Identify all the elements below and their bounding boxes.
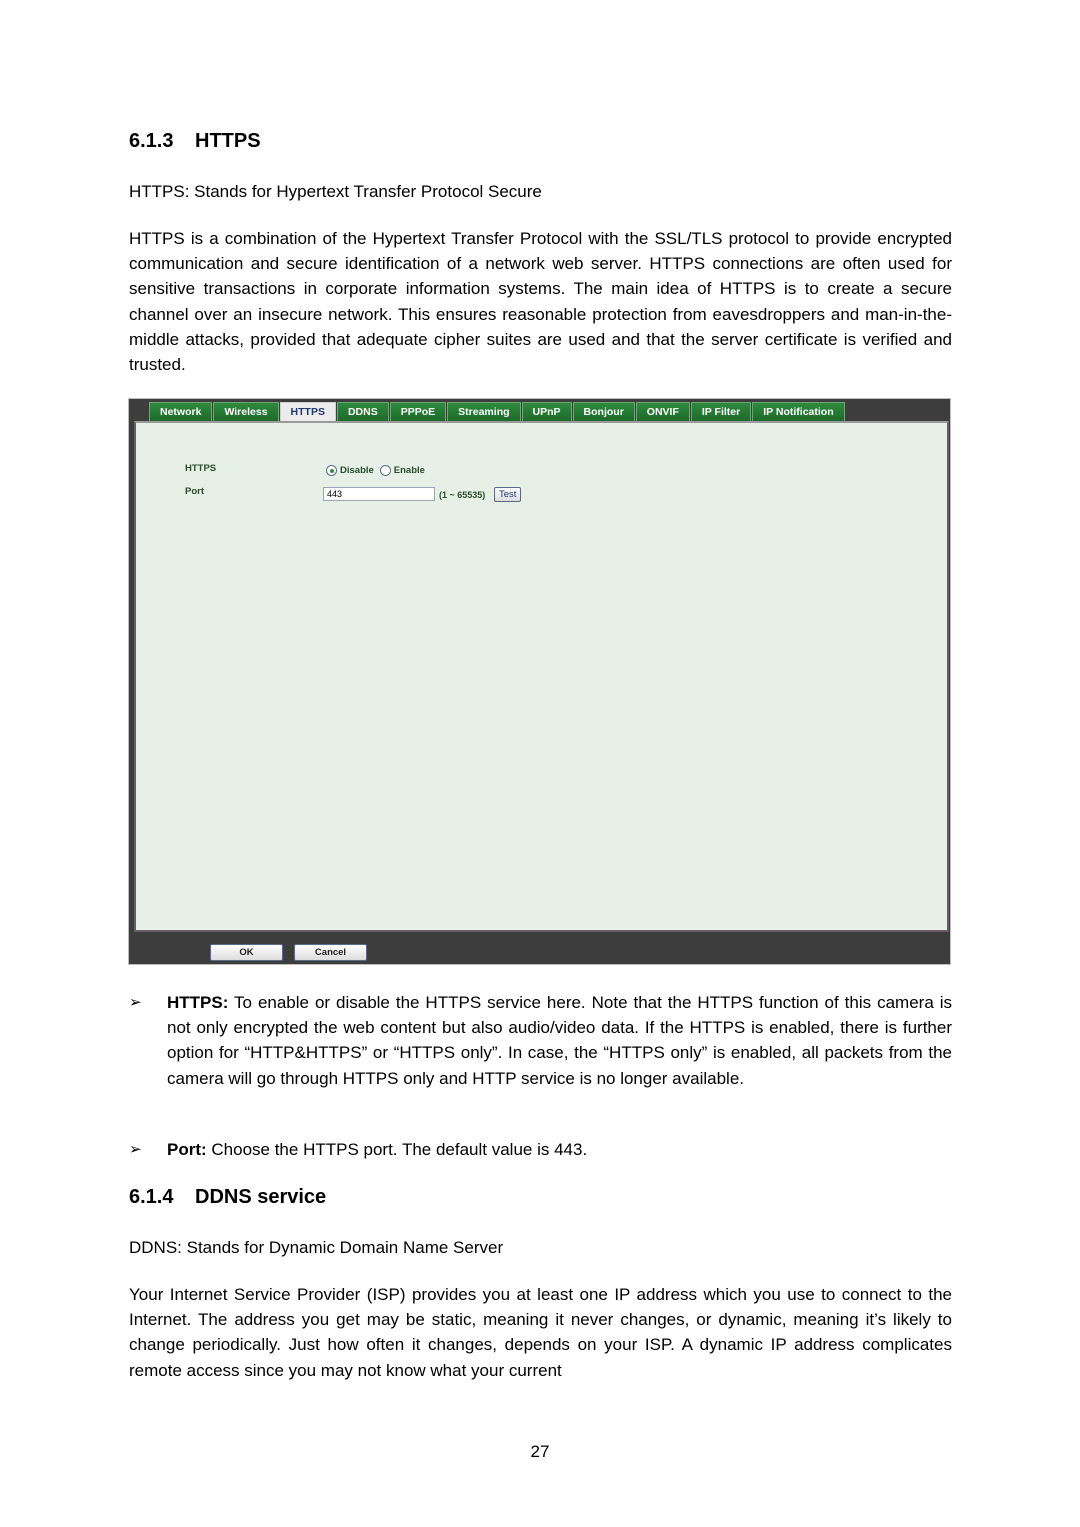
bullet-text: To enable or disable the HTTPS service h… bbox=[167, 993, 952, 1088]
tab-streaming[interactable]: Streaming bbox=[447, 402, 521, 421]
ddns-definition: DDNS: Stands for Dynamic Domain Name Ser… bbox=[129, 1238, 504, 1257]
tab-ip-notification[interactable]: IP Notification bbox=[752, 402, 845, 421]
tab-bonjour[interactable]: Bonjour bbox=[572, 402, 635, 421]
https-definition: HTTPS: Stands for Hypertext Transfer Pro… bbox=[129, 182, 542, 201]
settings-tab-bar: Network Wireless HTTPS DDNS PPPoE Stream… bbox=[149, 402, 846, 421]
bullet-term: HTTPS: bbox=[167, 993, 229, 1012]
page-number: 27 bbox=[530, 1442, 550, 1461]
https-field-label: HTTPS bbox=[185, 463, 217, 474]
section-number: 6.1.3 bbox=[129, 130, 174, 152]
port-range-hint: (1 ~ 65535) bbox=[439, 490, 486, 500]
bullet-port: ➢ Port: Choose the HTTPS port. The defau… bbox=[129, 1137, 952, 1162]
section-heading-https: 6.1.3 HTTPS bbox=[129, 130, 261, 153]
tab-ip-filter[interactable]: IP Filter bbox=[690, 402, 752, 421]
bullet-https: ➢ HTTPS: To enable or disable the HTTPS … bbox=[129, 990, 952, 1091]
section-title: HTTPS bbox=[195, 130, 261, 152]
tab-onvif[interactable]: ONVIF bbox=[635, 402, 690, 421]
tab-upnp[interactable]: UPnP bbox=[521, 402, 572, 421]
tab-network[interactable]: Network bbox=[149, 402, 213, 421]
https-paragraph: HTTPS is a combination of the Hypertext … bbox=[129, 229, 952, 375]
section-number: 6.1.4 bbox=[129, 1186, 174, 1208]
https-radio-group: Disable Enable bbox=[326, 465, 431, 476]
tab-https[interactable]: HTTPS bbox=[279, 402, 336, 421]
cancel-button[interactable]: Cancel bbox=[294, 944, 367, 961]
radio-disable[interactable] bbox=[326, 465, 337, 476]
tab-pppoe[interactable]: PPPoE bbox=[389, 402, 447, 421]
tab-wireless[interactable]: Wireless bbox=[213, 402, 279, 421]
ddns-paragraph: Your Internet Service Provider (ISP) pro… bbox=[129, 1285, 952, 1380]
bullet-arrow-icon: ➢ bbox=[129, 1141, 142, 1158]
section-title: DDNS service bbox=[195, 1186, 327, 1208]
port-input[interactable] bbox=[323, 487, 435, 501]
ok-button[interactable]: OK bbox=[210, 944, 283, 961]
port-field-label: Port bbox=[185, 486, 204, 497]
radio-enable-label[interactable]: Enable bbox=[394, 465, 425, 476]
radio-disable-label[interactable]: Disable bbox=[340, 465, 374, 476]
bullet-arrow-icon: ➢ bbox=[129, 994, 142, 1011]
tab-ddns[interactable]: DDNS bbox=[336, 402, 389, 421]
manual-page: 6.1.3 HTTPS HTTPS: Stands for Hypertext T… bbox=[0, 0, 1080, 1527]
test-button[interactable]: Test bbox=[494, 487, 522, 502]
section-heading-ddns: 6.1.4 DDNS service bbox=[129, 1186, 326, 1209]
bullet-term: Port: bbox=[167, 1140, 207, 1159]
camera-settings-screenshot: Network Wireless HTTPS DDNS PPPoE Stream… bbox=[128, 398, 951, 965]
bullet-text: Choose the HTTPS port. The default value… bbox=[206, 1140, 588, 1159]
radio-enable[interactable] bbox=[379, 465, 391, 476]
https-settings-panel: HTTPS Disable Enable Port (1 ~ 65535) Te… bbox=[134, 421, 949, 932]
